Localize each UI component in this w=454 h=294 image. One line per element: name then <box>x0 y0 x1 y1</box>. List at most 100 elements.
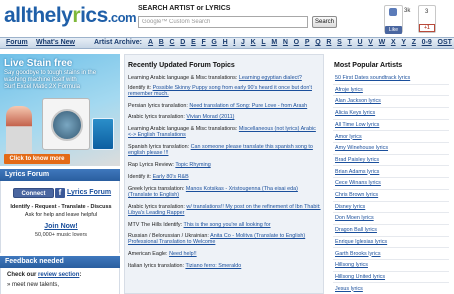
popular-artist-link[interactable]: Brian Adams lyrics <box>335 169 379 175</box>
ad-cta-button[interactable]: Click to know more <box>4 154 70 164</box>
nav-bar: Forum What's New Artist Archive: ABCDEFG… <box>0 37 454 49</box>
ad-brand-text: Surf Excel Matic 2X Formula <box>4 84 81 90</box>
archive-letter-w[interactable]: W <box>379 39 386 46</box>
google-plus-button[interactable]: +1 <box>419 24 435 32</box>
archive-letter-t[interactable]: T <box>348 39 352 46</box>
archive-letter-z[interactable]: Z <box>412 39 416 46</box>
popular-artist-link[interactable]: Alicia Keys lyrics <box>335 110 375 116</box>
forum-topic-category: Spanish lyrics translation: <box>128 144 191 150</box>
popular-artist-link[interactable]: Enrique Iglesias lyrics <box>335 239 387 245</box>
artist-divider <box>333 177 449 179</box>
popular-artist-link[interactable]: Cece Winans lyrics <box>335 180 381 186</box>
archive-letter-q[interactable]: Q <box>315 39 320 46</box>
forum-topic-row: Italian lyrics translation: Tiziano ferr… <box>125 261 324 271</box>
page: allthelyrics.com SEARCH ARTIST or LYRICS… <box>0 0 454 294</box>
search-input[interactable] <box>138 16 308 28</box>
archive-letter-k[interactable]: K <box>251 39 256 46</box>
popular-artist-link[interactable]: Brad Paisley lyrics <box>335 157 379 163</box>
popular-artist-link[interactable]: Alan Jackson lyrics <box>335 98 381 104</box>
facebook-icon: f <box>55 188 65 198</box>
forum-topics-title: Recently Updated Forum Topics <box>128 62 235 69</box>
forum-topic-link[interactable]: Early 80's R&B <box>153 174 189 180</box>
forum-topic-category: Arabic lyrics translation: <box>128 114 187 120</box>
popular-artist-link[interactable]: Don Moen lyrics <box>335 215 374 221</box>
popular-artist-link[interactable]: Dragon Ball lyrics <box>335 227 377 233</box>
popular-artist-link[interactable]: Amor lyrics <box>335 134 362 140</box>
google-plus-count: 3 <box>425 9 429 15</box>
popular-artist-link[interactable]: Amy Winehouse lyrics <box>335 145 388 151</box>
search-button[interactable]: Search <box>312 16 337 28</box>
artist-divider <box>333 235 449 237</box>
feedback-heading: Feedback needed <box>0 256 120 268</box>
forum-topic-link[interactable]: Tiziano ferro: Smeraldo <box>185 263 241 269</box>
archive-letter-m[interactable]: M <box>271 39 277 46</box>
forum-topic-row: Learning Arabic language & Misc translat… <box>128 75 322 81</box>
archive-letter-v[interactable]: V <box>368 39 373 46</box>
review-section-link[interactable]: review section <box>38 272 79 278</box>
forum-topic-row: Rap Lyrics Review: Topic Rhyming <box>128 162 322 168</box>
popular-artist-link[interactable]: Hillsong United lyrics <box>335 274 385 280</box>
popular-artists-panel: Most Popular Artists 50 First Dates soun… <box>329 54 454 294</box>
artist-divider <box>333 259 449 260</box>
facebook-like-button[interactable]: Like <box>385 26 402 34</box>
archive-letter-h[interactable]: H <box>223 39 228 46</box>
lyrics-forum-link[interactable]: Lyrics Forum <box>67 189 111 196</box>
archive-letter-0-9[interactable]: 0-9 <box>422 39 432 46</box>
advertisement-banner[interactable]: Live Stain free Say goodbye to tough sta… <box>0 54 120 166</box>
popular-artist-link[interactable]: Hillsong lyrics <box>335 262 368 268</box>
popular-artist-link[interactable]: Chris Brown lyrics <box>335 192 378 198</box>
archive-letter-x[interactable]: X <box>391 39 396 46</box>
archive-letter-o[interactable]: O <box>294 39 299 46</box>
archive-letter-l[interactable]: L <box>261 39 265 46</box>
artist-divider <box>333 188 449 190</box>
popular-artist-link[interactable]: Jesus lyrics <box>335 286 363 292</box>
site-logo[interactable]: allthelyrics.com <box>4 4 137 28</box>
archive-letter-a[interactable]: A <box>148 39 153 46</box>
forum-topic-link[interactable]: Topic Rhyming <box>175 162 210 168</box>
nav-forum-link[interactable]: Forum <box>6 39 28 46</box>
feedback-bullet: » meet new talents, <box>7 282 60 288</box>
popular-artist-link[interactable]: All Time Low lyrics <box>335 122 379 128</box>
logo-text-main: allthely <box>4 4 73 27</box>
artist-divider <box>333 118 449 120</box>
forum-topic-category: Italian lyrics translation: <box>128 263 186 269</box>
popular-artist-link[interactable]: 50 First Dates soundtrack lyrics <box>335 75 410 81</box>
forum-topic-link[interactable]: Vivian Morad (2011) <box>186 114 234 120</box>
search-label: SEARCH ARTIST or LYRICS <box>138 5 231 12</box>
feedback-panel: Check our review section: » meet new tal… <box>0 268 120 294</box>
popular-artist-link[interactable]: Disney lyrics <box>335 204 365 210</box>
popular-artist-link[interactable]: Afroje lyrics <box>335 87 363 93</box>
feedback-prefix: Check our <box>7 272 39 278</box>
archive-letter-g[interactable]: G <box>211 39 216 46</box>
archive-letter-b[interactable]: B <box>159 39 164 46</box>
archive-letter-e[interactable]: E <box>191 39 196 46</box>
archive-letter-c[interactable]: C <box>170 39 175 46</box>
facebook-like-count: 3k <box>404 8 411 14</box>
ad-subtext: Say goodbye to tough stains in the washi… <box>4 70 97 83</box>
archive-letter-i[interactable]: I <box>233 39 235 46</box>
artist-divider <box>333 212 449 214</box>
forum-topic-link[interactable]: Need translation of Song: Pure Love - fr… <box>189 103 307 109</box>
forum-tagline: Identify - Request - Translate - Discuss <box>10 204 112 210</box>
forum-topic-link[interactable]: Learning egyptian dialect? <box>239 75 302 81</box>
facebook-connect-button[interactable]: Connect <box>13 188 54 198</box>
archive-letter-d[interactable]: D <box>180 39 185 46</box>
join-now-link[interactable]: Join Now! <box>7 223 115 230</box>
archive-letter-s[interactable]: S <box>337 39 342 46</box>
forum-topic-link[interactable]: Possible Skinny Puppy song from early 90… <box>128 85 312 97</box>
forum-topic-link[interactable]: This is the song you're all looking for <box>184 222 271 228</box>
archive-letter-f[interactable]: F <box>201 39 205 46</box>
archive-letter-r[interactable]: R <box>326 39 331 46</box>
archive-letter-y[interactable]: Y <box>401 39 406 46</box>
archive-letter-u[interactable]: U <box>357 39 362 46</box>
archive-letter-ost[interactable]: OST <box>438 39 452 46</box>
archive-letter-n[interactable]: N <box>283 39 288 46</box>
nav-whats-new-link[interactable]: What's New <box>36 39 75 46</box>
ad-person-image <box>6 106 32 156</box>
archive-letter-p[interactable]: P <box>305 39 310 46</box>
artist-divider <box>333 223 449 225</box>
popular-artists-title: Most Popular Artists <box>334 62 403 69</box>
forum-topic-link[interactable]: Need help!! <box>169 251 197 257</box>
archive-letter-j[interactable]: J <box>241 39 245 46</box>
popular-artist-link[interactable]: Garth Brooks lyrics <box>335 251 381 257</box>
